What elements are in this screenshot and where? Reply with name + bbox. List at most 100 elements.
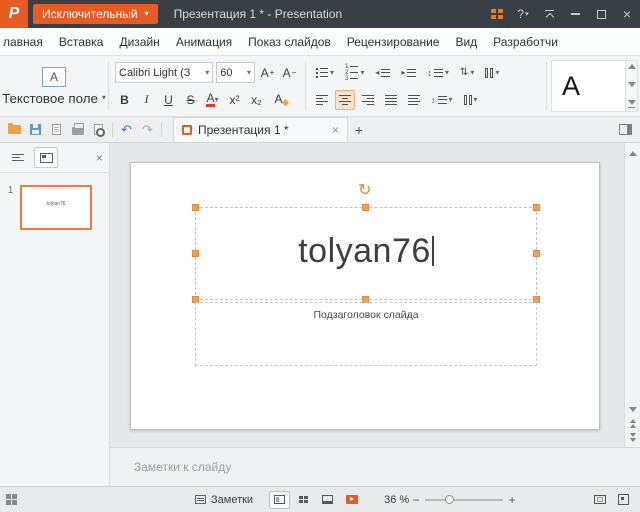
- application-window: P Исключительный ▾ Презентация 1 * - Pre…: [0, 0, 640, 512]
- scroll-up-button[interactable]: [625, 146, 640, 160]
- close-button[interactable]: ×: [614, 0, 640, 28]
- notes-toggle-button[interactable]: Заметки: [195, 494, 253, 506]
- zoom-slider-handle[interactable]: [445, 495, 454, 504]
- superscript-button[interactable]: x²: [225, 90, 244, 110]
- tab-design[interactable]: Дизайн: [111, 35, 167, 49]
- underline-button[interactable]: U: [159, 90, 178, 110]
- slideshow-button[interactable]: [341, 491, 362, 509]
- tab-home[interactable]: лавная: [0, 35, 51, 49]
- align-left-button[interactable]: [312, 90, 332, 110]
- tab-animation[interactable]: Анимация: [168, 35, 240, 49]
- clear-format-button[interactable]: A: [269, 90, 288, 110]
- open-file-button[interactable]: [4, 119, 25, 141]
- gallery-scroll-down-button[interactable]: [628, 82, 636, 87]
- insert-textbox-button[interactable]: A Текстовое поле▾: [2, 67, 106, 106]
- save-button[interactable]: [25, 119, 46, 141]
- slides-view-tab[interactable]: [34, 147, 58, 168]
- help-icon: ?: [517, 7, 524, 21]
- decrease-indent-button[interactable]: [371, 63, 394, 83]
- gallery-scroll-up-button[interactable]: [628, 64, 636, 69]
- zoom-slider[interactable]: [425, 491, 503, 509]
- reading-view-button[interactable]: [317, 491, 338, 509]
- account-button[interactable]: Исключительный ▾: [33, 4, 158, 24]
- redo-button[interactable]: ↷: [137, 119, 158, 141]
- italic-button[interactable]: I: [137, 90, 156, 110]
- slide-layout-icon[interactable]: [6, 494, 17, 505]
- line-spacing-button[interactable]: ▾: [423, 63, 453, 83]
- scroll-down-button[interactable]: [625, 402, 640, 416]
- print-preview-icon: [94, 124, 103, 135]
- resize-handle-nw[interactable]: [192, 204, 199, 211]
- distribute-button[interactable]: [404, 90, 424, 110]
- notes-pane[interactable]: Заметки к слайду: [110, 447, 640, 486]
- maximize-button[interactable]: [588, 0, 614, 28]
- wordart-style-plain[interactable]: A: [552, 61, 590, 111]
- align-center-button[interactable]: [335, 90, 355, 110]
- decrease-font-size-button[interactable]: A−: [280, 63, 299, 83]
- print-button[interactable]: [67, 119, 88, 141]
- slide-sorter-view-button[interactable]: [293, 491, 314, 509]
- outline-view-tab[interactable]: [6, 147, 30, 168]
- close-panel-button[interactable]: ×: [96, 151, 103, 165]
- minimize-button[interactable]: [562, 0, 588, 28]
- fullscreen-button[interactable]: [613, 491, 634, 509]
- tab-insert[interactable]: Вставка: [51, 35, 112, 49]
- undo-button[interactable]: ↶: [116, 119, 137, 141]
- justify-button[interactable]: [381, 90, 401, 110]
- arrow-up-icon: [629, 151, 637, 156]
- line-spacing-icon: [427, 68, 443, 78]
- borders-button[interactable]: ▾: [481, 63, 503, 83]
- numbered-list-button[interactable]: ▾: [341, 63, 368, 83]
- increase-indent-button[interactable]: [397, 63, 420, 83]
- slide-title-text[interactable]: tolyan76: [196, 232, 536, 271]
- strikethrough-button[interactable]: S: [181, 90, 200, 110]
- task-pane-toggle-button[interactable]: [615, 119, 636, 141]
- tab-review[interactable]: Рецензирование: [339, 35, 448, 49]
- increase-font-size-button[interactable]: A+: [258, 63, 277, 83]
- print-preview-button[interactable]: [88, 119, 109, 141]
- app-logo[interactable]: P: [0, 0, 28, 28]
- align-right-button[interactable]: [358, 90, 378, 110]
- fit-slide-button[interactable]: [589, 491, 610, 509]
- font-name-select[interactable]: Calibri Light (З▾: [115, 62, 213, 83]
- more-bar-icon: [628, 107, 635, 108]
- zoom-slider-track[interactable]: [425, 499, 503, 501]
- resize-handle-n[interactable]: [362, 204, 369, 211]
- gallery-more-button[interactable]: [628, 100, 636, 108]
- paragraph-spacing-button[interactable]: ▾: [427, 90, 457, 110]
- slide-thumbnail[interactable]: tolyan76: [20, 185, 92, 230]
- normal-view-button[interactable]: [269, 491, 290, 509]
- pdf-icon: [52, 124, 61, 135]
- vertical-scrollbar[interactable]: [624, 143, 640, 447]
- font-size-select[interactable]: 60▾: [216, 62, 255, 83]
- slide-canvas[interactable]: ↻ tolyan76 Подзаголовок сл: [130, 162, 600, 430]
- ribbon-separator: [546, 62, 547, 110]
- tab-view[interactable]: Вид: [447, 35, 485, 49]
- quick-access-toolbar: ↶ ↷ Презентация 1 * × +: [0, 117, 640, 143]
- help-button[interactable]: ?▾: [510, 0, 536, 28]
- document-tab[interactable]: Презентация 1 * ×: [173, 117, 348, 142]
- tab-developer[interactable]: Разработчи: [485, 35, 566, 49]
- new-tab-button[interactable]: +: [348, 119, 370, 141]
- title-placeholder[interactable]: ↻ tolyan76: [195, 207, 537, 300]
- zoom-out-button[interactable]: −: [409, 493, 423, 507]
- text-direction-button[interactable]: ▾: [456, 63, 478, 83]
- resize-handle-ne[interactable]: [533, 204, 540, 211]
- collapse-ribbon-button[interactable]: [536, 0, 562, 28]
- bold-button[interactable]: B: [115, 90, 134, 110]
- next-slide-button[interactable]: [625, 430, 640, 444]
- align-left-icon: [316, 95, 328, 105]
- export-pdf-button[interactable]: [46, 119, 67, 141]
- previous-slide-button[interactable]: [625, 416, 640, 430]
- columns-button[interactable]: ▾: [460, 90, 482, 110]
- subtitle-placeholder[interactable]: Подзаголовок слайда: [195, 302, 537, 366]
- subscript-button[interactable]: x₂: [247, 90, 266, 110]
- close-tab-button[interactable]: ×: [332, 123, 339, 137]
- premium-button[interactable]: [484, 0, 510, 28]
- zoom-level[interactable]: 36 %: [384, 494, 409, 506]
- font-color-button[interactable]: A▾: [203, 90, 222, 110]
- rotate-handle[interactable]: ↻: [358, 183, 371, 199]
- bullet-list-button[interactable]: ▾: [312, 63, 338, 83]
- zoom-in-button[interactable]: +: [505, 493, 519, 507]
- tab-slideshow[interactable]: Показ слайдов: [240, 35, 339, 49]
